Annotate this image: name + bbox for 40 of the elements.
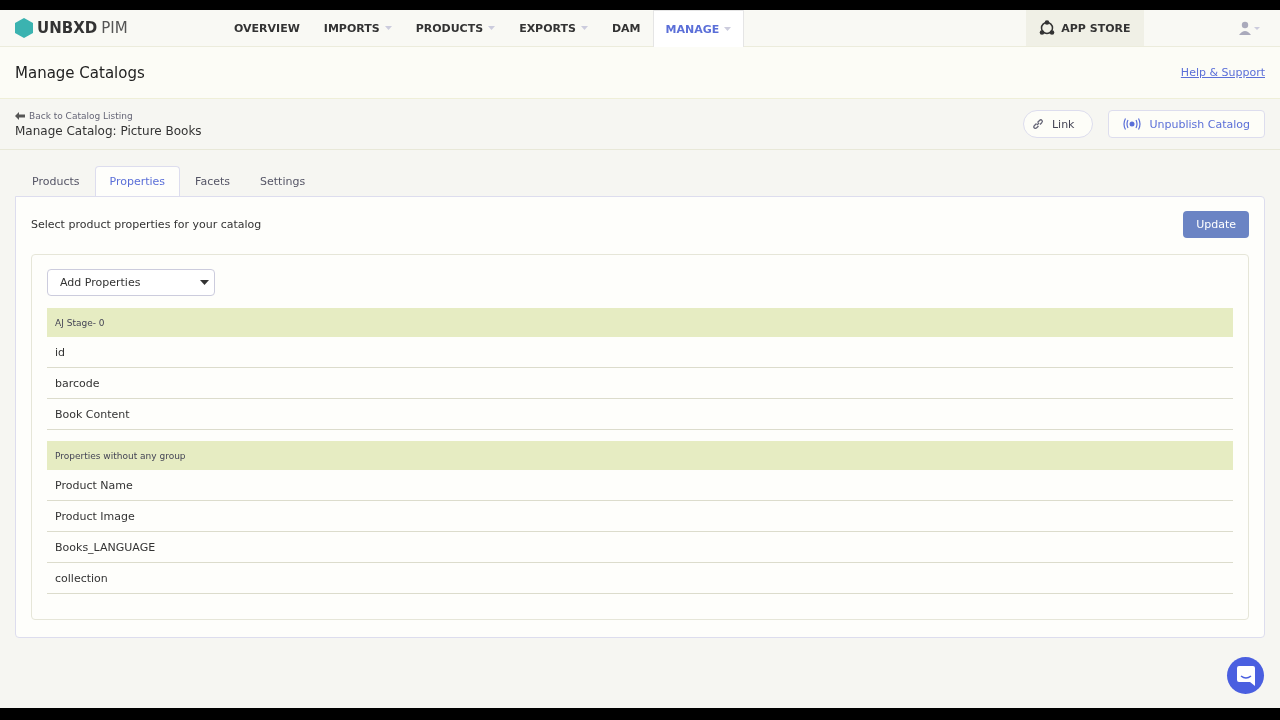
instruction-text: Select product properties for your catalog [31,218,262,231]
back-link[interactable]: Back to Catalog Listing [15,110,202,121]
broadcast-icon [1123,118,1142,130]
nav-tab[interactable]: MANAGE [652,10,745,47]
nav-tab[interactable]: OVERVIEW [222,10,312,46]
page-title: Manage Catalogs [15,63,145,82]
update-button[interactable]: Update [1183,211,1249,238]
add-properties-dropdown[interactable]: Add Properties [47,269,215,296]
user-icon [1239,21,1261,35]
tab[interactable]: Products [17,166,95,196]
unpublish-button[interactable]: Unpublish Catalog [1108,110,1265,138]
nav-tab[interactable]: DAM [599,10,653,46]
property-row: Product Name [47,470,1233,501]
tab[interactable]: Facets [180,166,245,196]
link-button[interactable]: Link [1022,110,1094,138]
brand-product: PIM [101,19,128,37]
property-row: collection [47,563,1233,594]
link-icon [1031,118,1044,130]
property-row: Book Content [47,399,1233,430]
property-row: barcode [47,368,1233,399]
hexagon-logo-icon [15,18,33,38]
group-header: AJ Stage- 0 [47,308,1233,337]
arrow-left-icon [15,111,25,120]
nav-tab[interactable]: EXPORTS [507,10,600,46]
tab[interactable]: Properties [94,166,181,196]
catalog-title: Manage Catalog: Picture Books [15,123,202,138]
chat-button[interactable] [1227,657,1264,694]
property-row: Product Image [47,501,1233,532]
app-store-icon [1039,20,1056,36]
property-row: id [47,337,1233,368]
tab[interactable]: Settings [245,166,321,196]
group-header: Properties without any group [47,441,1233,470]
nav-tab[interactable]: PRODUCTS [403,10,508,46]
property-row: Books_LANGUAGE [47,532,1233,563]
brand-name: UNBXD [37,19,98,37]
nav-tab[interactable]: IMPORTS [311,10,404,46]
caret-icon [200,280,209,285]
help-link[interactable]: Help & Support [1180,66,1265,79]
chat-icon [1236,665,1255,686]
app-store-link[interactable]: APP STORE [1026,10,1144,46]
